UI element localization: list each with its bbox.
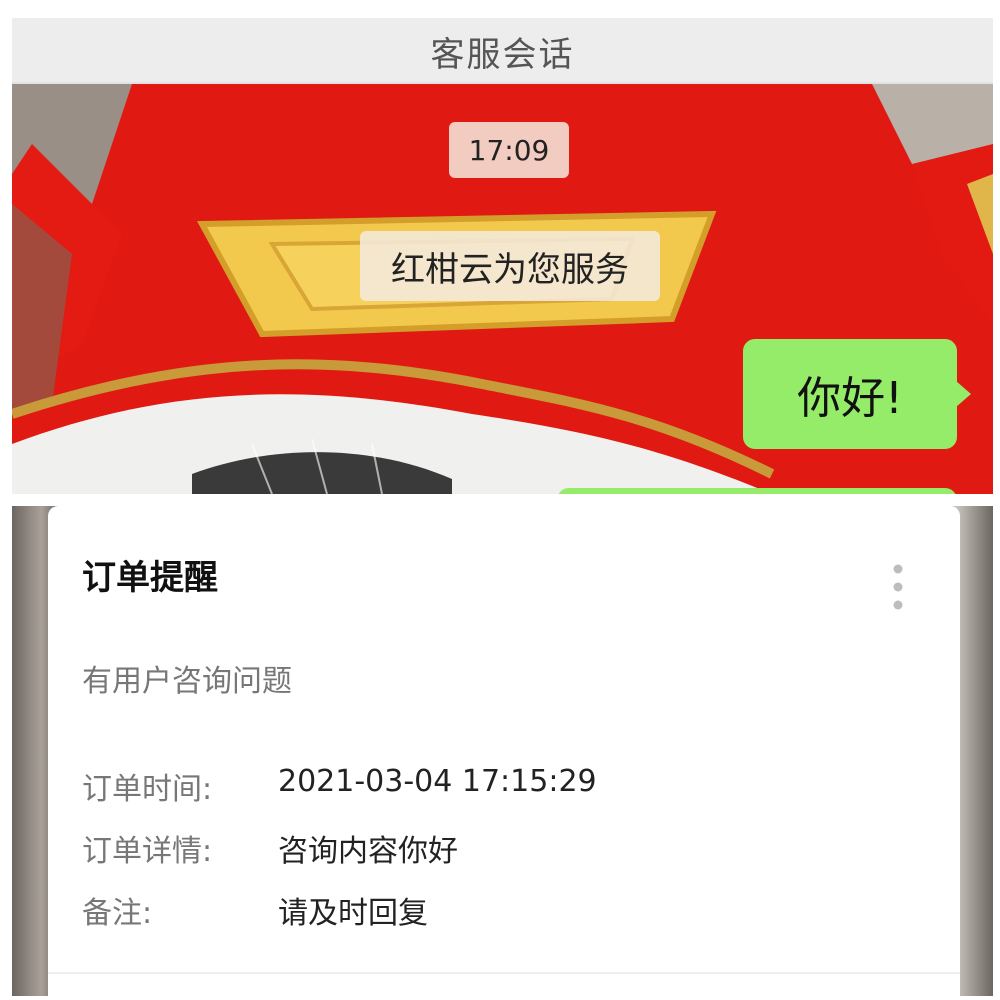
user-message-bubble[interactable]: 你好! — [743, 339, 971, 449]
order-time-row: 订单时间: 2021-03-04 17:15:29 — [82, 764, 597, 808]
order-detail-value: 咨询内容你好 — [278, 834, 458, 869]
card-subtitle: 有用户咨询问题 — [82, 664, 292, 699]
card-footer-divider — [48, 972, 960, 974]
message-timestamp: 17:09 — [449, 122, 569, 178]
order-time-value: 2021-03-04 17:15:29 — [278, 764, 597, 799]
more-vertical-icon[interactable] — [890, 562, 906, 612]
order-detail-label: 订单详情: — [82, 834, 213, 869]
order-note-row: 备注: 请及时回复 — [82, 888, 428, 932]
chat-area[interactable]: 17:09 红柑云为您服务 你好! — [12, 84, 993, 494]
page-title: 客服会话 — [12, 18, 993, 84]
order-detail-row: 订单详情: 咨询内容你好 — [82, 826, 458, 870]
card-title: 订单提醒 — [82, 558, 218, 598]
order-note-label: 备注: — [82, 896, 153, 931]
order-note-value: 请及时回复 — [278, 896, 428, 931]
divider — [12, 494, 993, 506]
order-time-label: 订单时间: — [82, 772, 213, 807]
chat-window: 客服会话 17:09 红柑云为您服务 你好! 订单提醒 有用户咨询问题 订单时间… — [12, 18, 993, 996]
system-message: 红柑云为您服务 — [360, 231, 660, 301]
order-reminder-card[interactable]: 订单提醒 有用户咨询问题 订单时间: 2021-03-04 17:15:29 订… — [48, 506, 960, 996]
